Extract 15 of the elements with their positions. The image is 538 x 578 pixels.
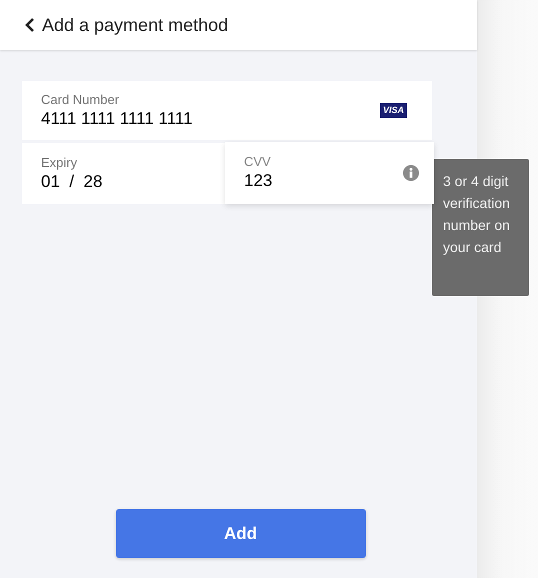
- expiry-field[interactable]: Expiry 01 / 28: [22, 143, 225, 204]
- cvv-field[interactable]: CVV 123: [225, 142, 434, 204]
- field-value: 123: [244, 170, 274, 192]
- back-chevron-icon: [25, 17, 35, 33]
- info-icon[interactable]: [403, 165, 419, 181]
- card-brand-logo: VISA: [380, 103, 407, 118]
- field-label: Expiry: [41, 154, 78, 170]
- add-button[interactable]: Add: [116, 509, 366, 558]
- field-label: CVV: [244, 154, 272, 170]
- page-title: Add a payment method: [42, 14, 228, 37]
- field-value: 4111 1111 1111 1111: [41, 108, 194, 130]
- field-value: 01 / 28: [41, 170, 104, 192]
- tooltip-text: 3 or 4 digit verification number on your card: [443, 172, 511, 257]
- card-number-field[interactable]: Card Number 4111 1111 1111 1111 VISA: [22, 81, 432, 140]
- field-label: Card Number: [41, 92, 120, 108]
